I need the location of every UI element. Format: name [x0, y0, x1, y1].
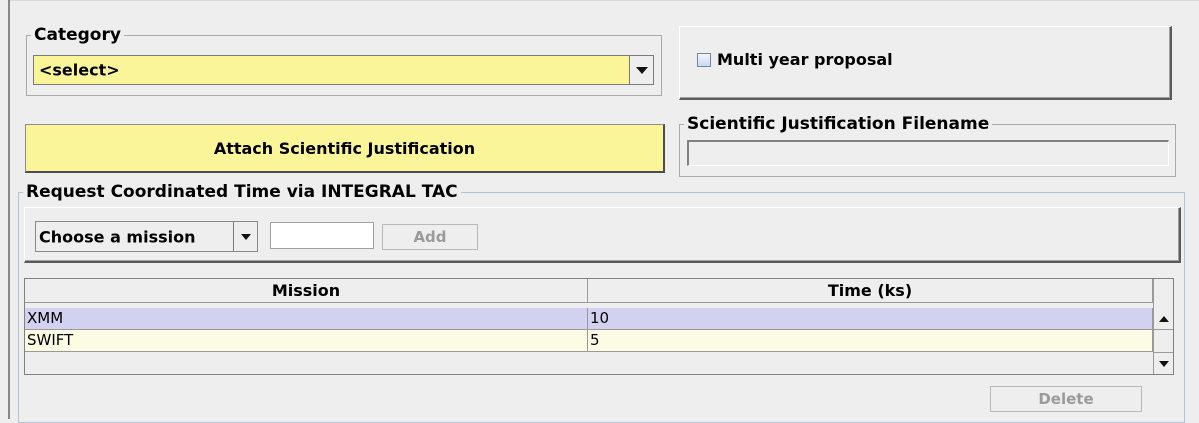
table-row[interactable]: XMM 10 — [25, 308, 1153, 330]
table-vertical-scrollbar[interactable] — [1153, 279, 1173, 374]
table-cell-mission[interactable]: SWIFT — [25, 330, 588, 351]
window-left-border — [8, 0, 10, 419]
mission-dropdown-arrow[interactable] — [233, 222, 257, 251]
delete-mission-button[interactable]: Delete — [990, 386, 1142, 412]
category-selected-value: <select> — [39, 60, 120, 80]
chevron-up-icon — [1158, 315, 1169, 322]
column-header-mission-label: Mission — [271, 281, 341, 300]
chevron-down-icon — [240, 233, 251, 240]
table-row[interactable]: SWIFT 5 — [25, 330, 1153, 352]
scroll-up-button[interactable] — [1154, 308, 1173, 330]
category-dropdown[interactable]: <select> — [33, 55, 654, 85]
table-cell-mission[interactable]: XMM — [25, 308, 588, 329]
attach-justification-label: Attach Scientific Justification — [213, 138, 476, 158]
category-legend: Category — [34, 25, 121, 45]
table-cell-time[interactable]: 5 — [588, 330, 1153, 351]
mission-dropdown[interactable]: Choose a mission — [35, 221, 258, 252]
chevron-down-icon — [1158, 360, 1169, 367]
multi-year-label[interactable]: Multi year proposal — [717, 50, 893, 69]
add-mission-button[interactable]: Add — [382, 224, 478, 250]
scroll-down-button[interactable] — [1154, 352, 1173, 374]
column-header-time[interactable]: Time (ks) — [588, 279, 1153, 303]
add-mission-label: Add — [413, 228, 447, 246]
top-divider — [10, 0, 1199, 1]
attach-justification-button[interactable]: Attach Scientific Justification — [25, 124, 665, 173]
multi-year-checkbox[interactable] — [697, 53, 711, 67]
multi-year-panel: Multi year proposal — [679, 26, 1172, 100]
filename-legend: Scientific Justification Filename — [687, 114, 990, 134]
mission-time-input[interactable] — [270, 222, 374, 249]
column-header-mission[interactable]: Mission — [25, 279, 588, 303]
category-dropdown-arrow[interactable] — [629, 56, 653, 84]
filename-field — [687, 140, 1169, 166]
chevron-down-icon — [635, 66, 648, 74]
delete-mission-label: Delete — [1038, 390, 1094, 408]
mission-table: Mission Time (ks) XMM 10 SWIFT 5 — [24, 278, 1174, 375]
coordinated-time-legend: Request Coordinated Time via INTEGRAL TA… — [26, 182, 458, 202]
table-cell-time[interactable]: 10 — [588, 308, 1153, 329]
mission-selected-value: Choose a mission — [39, 227, 196, 246]
column-header-time-label: Time (ks) — [827, 281, 913, 300]
